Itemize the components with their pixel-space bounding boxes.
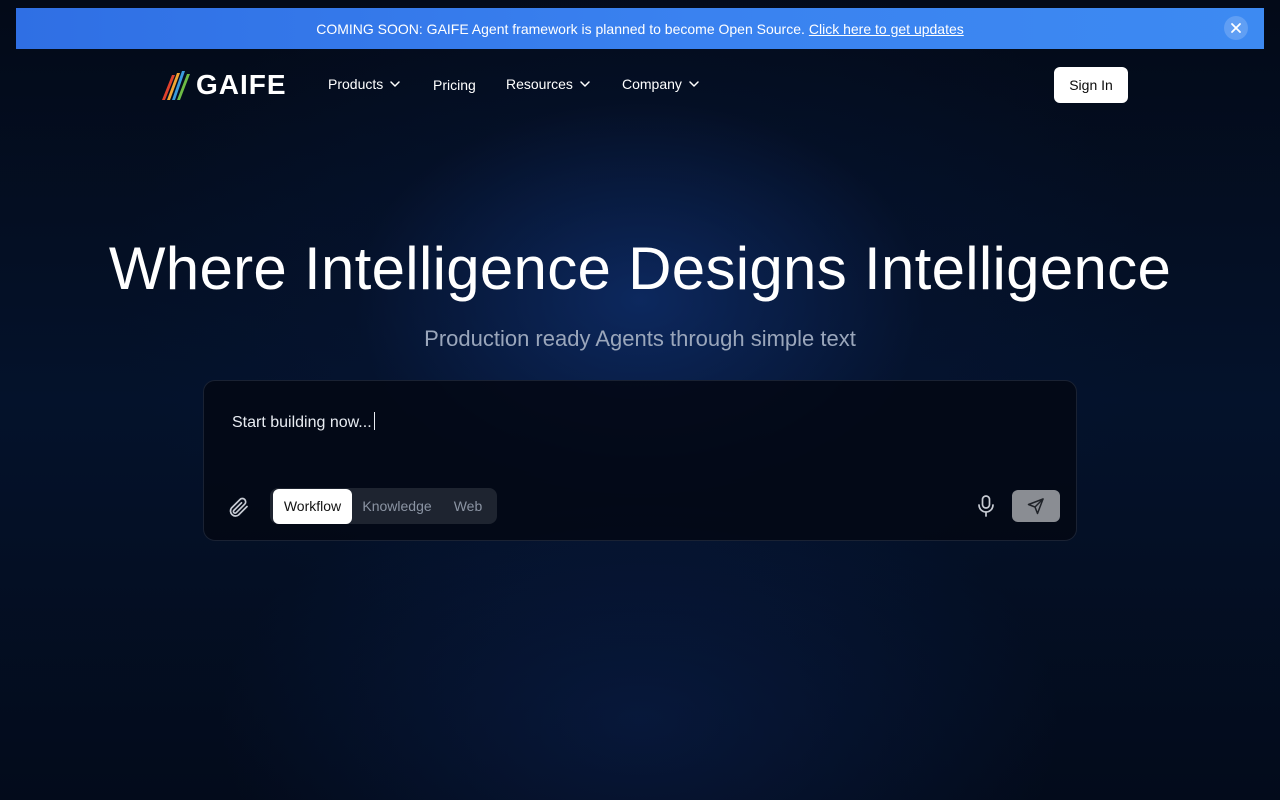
nav-resources[interactable]: Resources — [506, 76, 622, 92]
close-icon — [1231, 23, 1241, 33]
gaife-logo-icon — [162, 71, 190, 100]
sign-in-button[interactable]: Sign In — [1054, 67, 1128, 103]
hero-subtitle: Production ready Agents through simple t… — [424, 326, 856, 351]
main-menu: Products Pricing Resources Company — [328, 75, 700, 93]
nav-company[interactable]: Company — [622, 76, 700, 92]
announcement-updates-link[interactable]: Click here to get updates — [809, 21, 964, 37]
announcement-message: COMING SOON: GAIFE Agent framework is pl… — [316, 20, 805, 37]
mode-selector: Workflow Knowledge Web — [270, 488, 497, 524]
close-banner-button[interactable] — [1224, 16, 1248, 40]
mode-workflow[interactable]: Workflow — [273, 488, 352, 524]
nav-products[interactable]: Products — [328, 76, 433, 92]
announcement-banner: COMING SOON: GAIFE Agent framework is pl… — [16, 8, 1264, 49]
nav-pricing[interactable]: Pricing — [433, 75, 506, 93]
nav-resources-label: Resources — [506, 76, 573, 92]
hero-title: Where Intelligence Designs Intelligence — [108, 235, 1172, 302]
brand-logo[interactable]: GAIFE — [160, 68, 287, 102]
paperclip-icon[interactable] — [226, 495, 250, 519]
text-caret — [373, 412, 375, 430]
top-navigation: GAIFE Products Pricing Resources Company… — [0, 49, 1280, 121]
nav-products-label: Products — [328, 76, 384, 92]
prompt-composer[interactable]: Start building now... Workflow Knowledge… — [203, 380, 1077, 541]
prompt-text: Start building now... — [232, 414, 372, 431]
microphone-icon[interactable] — [975, 494, 997, 518]
mode-knowledge[interactable]: Knowledge — [352, 488, 442, 524]
send-button[interactable] — [1012, 490, 1060, 522]
mode-web[interactable]: Web — [442, 488, 494, 524]
chevron-down-icon — [390, 81, 400, 87]
nav-pricing-label: Pricing — [433, 77, 476, 93]
brand-name: GAIFE — [196, 69, 287, 100]
nav-company-label: Company — [622, 76, 682, 92]
send-icon — [1027, 498, 1044, 515]
prompt-input[interactable]: Start building now... — [232, 412, 375, 432]
chevron-down-icon — [689, 81, 699, 87]
chevron-down-icon — [580, 81, 590, 87]
